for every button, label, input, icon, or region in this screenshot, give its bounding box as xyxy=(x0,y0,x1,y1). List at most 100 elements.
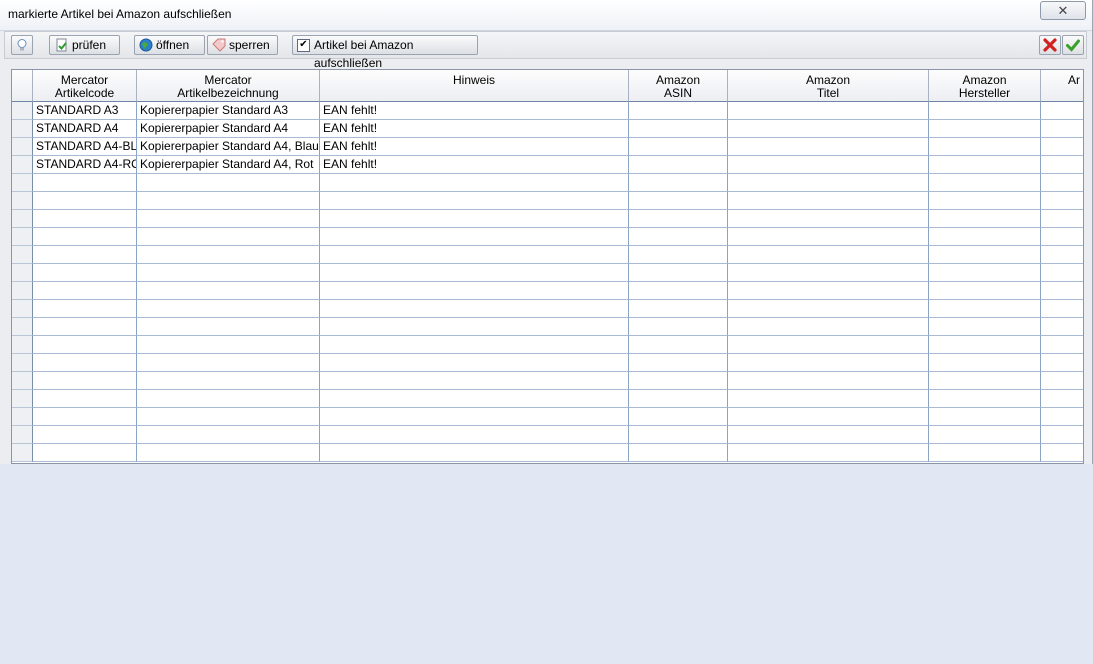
accept-button[interactable] xyxy=(1062,35,1084,55)
grid-cell-hint[interactable] xyxy=(320,264,629,282)
grid-cell-asin[interactable] xyxy=(629,138,728,156)
grid-cell-asin[interactable] xyxy=(629,210,728,228)
grid-cell-code[interactable]: STANDARD A3 xyxy=(33,102,137,120)
grid-cell-name[interactable] xyxy=(137,354,320,372)
grid-cell-code[interactable] xyxy=(33,318,137,336)
grid-cell-maker[interactable] xyxy=(929,390,1041,408)
row-selector[interactable] xyxy=(12,174,33,192)
grid-cell-asin[interactable] xyxy=(629,156,728,174)
grid-cell-maker[interactable] xyxy=(929,300,1041,318)
grid-cell-maker[interactable] xyxy=(929,156,1041,174)
grid-cell-hint[interactable] xyxy=(320,408,629,426)
open-button[interactable]: öffnen xyxy=(134,35,205,55)
grid-cell-hint[interactable] xyxy=(320,372,629,390)
grid-cell-title[interactable] xyxy=(728,192,929,210)
grid-cell-name[interactable]: Kopiererpapier Standard A4 xyxy=(137,120,320,138)
row-selector[interactable] xyxy=(12,300,33,318)
row-selector[interactable] xyxy=(12,408,33,426)
grid-cell-name[interactable] xyxy=(137,264,320,282)
row-selector[interactable] xyxy=(12,228,33,246)
grid-cell-maker[interactable] xyxy=(929,336,1041,354)
grid-cell-maker[interactable] xyxy=(929,192,1041,210)
grid-cell-title[interactable] xyxy=(728,354,929,372)
grid-cell-title[interactable] xyxy=(728,426,929,444)
grid-cell-title[interactable] xyxy=(728,174,929,192)
grid-cell-hint[interactable] xyxy=(320,192,629,210)
row-selector[interactable] xyxy=(12,246,33,264)
grid-cell-hint[interactable]: EAN fehlt! xyxy=(320,120,629,138)
row-selector[interactable] xyxy=(12,282,33,300)
grid-cell-hint[interactable] xyxy=(320,444,629,462)
grid-cell-code[interactable] xyxy=(33,174,137,192)
grid-cell-code[interactable] xyxy=(33,408,137,426)
grid-cell-name[interactable] xyxy=(137,336,320,354)
grid-cell-hint[interactable]: EAN fehlt! xyxy=(320,156,629,174)
grid-cell-title[interactable] xyxy=(728,444,929,462)
grid-cell-code[interactable] xyxy=(33,372,137,390)
grid-cell-code[interactable] xyxy=(33,444,137,462)
grid-cell-maker[interactable] xyxy=(929,408,1041,426)
grid-cell-code[interactable] xyxy=(33,264,137,282)
grid-cell-hint[interactable] xyxy=(320,300,629,318)
grid-cell-hint[interactable] xyxy=(320,318,629,336)
grid-cell-name[interactable]: Kopiererpapier Standard A4, Rot xyxy=(137,156,320,174)
grid-cell-hint[interactable]: EAN fehlt! xyxy=(320,102,629,120)
grid-cell-more[interactable] xyxy=(1041,354,1083,372)
row-selector[interactable] xyxy=(12,264,33,282)
grid-cell-asin[interactable] xyxy=(629,318,728,336)
grid-cell-hint[interactable] xyxy=(320,174,629,192)
row-selector[interactable] xyxy=(12,192,33,210)
grid-cell-maker[interactable] xyxy=(929,210,1041,228)
grid-cell-hint[interactable] xyxy=(320,336,629,354)
grid-cell-hint[interactable]: EAN fehlt! xyxy=(320,138,629,156)
grid-cell-name[interactable] xyxy=(137,300,320,318)
grid-cell-code[interactable] xyxy=(33,192,137,210)
grid-cell-asin[interactable] xyxy=(629,354,728,372)
lock-button[interactable]: sperren xyxy=(207,35,278,55)
grid-cell-more[interactable] xyxy=(1041,138,1083,156)
grid-cell-asin[interactable] xyxy=(629,426,728,444)
grid-cell-code[interactable] xyxy=(33,282,137,300)
tips-button[interactable] xyxy=(11,35,33,55)
column-header-hint[interactable]: Hinweis xyxy=(320,70,629,102)
grid-cell-code[interactable] xyxy=(33,228,137,246)
row-selector[interactable] xyxy=(12,390,33,408)
grid-cell-more[interactable] xyxy=(1041,372,1083,390)
grid-cell-name[interactable]: Kopiererpapier Standard A4, Blau xyxy=(137,138,320,156)
grid-cell-title[interactable] xyxy=(728,282,929,300)
grid-cell-maker[interactable] xyxy=(929,318,1041,336)
grid-cell-hint[interactable] xyxy=(320,426,629,444)
grid-cell-code[interactable] xyxy=(33,390,137,408)
grid-cell-hint[interactable] xyxy=(320,282,629,300)
grid-cell-name[interactable] xyxy=(137,318,320,336)
row-selector[interactable] xyxy=(12,138,33,156)
grid-cell-name[interactable] xyxy=(137,390,320,408)
grid-cell-title[interactable] xyxy=(728,336,929,354)
grid-cell-asin[interactable] xyxy=(629,444,728,462)
column-header-name[interactable]: Mercator Artikelbezeichnung xyxy=(137,70,320,102)
grid-cell-title[interactable] xyxy=(728,156,929,174)
grid-cell-asin[interactable] xyxy=(629,228,728,246)
close-button[interactable]: ✕ xyxy=(1040,1,1086,20)
grid-cell-code[interactable] xyxy=(33,354,137,372)
grid-cell-maker[interactable] xyxy=(929,174,1041,192)
grid-cell-name[interactable] xyxy=(137,372,320,390)
grid-cell-name[interactable] xyxy=(137,282,320,300)
cancel-button[interactable] xyxy=(1039,35,1061,55)
grid-cell-title[interactable] xyxy=(728,318,929,336)
grid-cell-title[interactable] xyxy=(728,138,929,156)
grid-cell-more[interactable] xyxy=(1041,102,1083,120)
grid-cell-code[interactable] xyxy=(33,210,137,228)
grid-cell-more[interactable] xyxy=(1041,426,1083,444)
grid-cell-name[interactable]: Kopiererpapier Standard A3 xyxy=(137,102,320,120)
grid-cell-maker[interactable] xyxy=(929,264,1041,282)
grid-cell-asin[interactable] xyxy=(629,174,728,192)
grid-cell-asin[interactable] xyxy=(629,120,728,138)
grid-cell-maker[interactable] xyxy=(929,354,1041,372)
grid-cell-asin[interactable] xyxy=(629,282,728,300)
grid-cell-code[interactable] xyxy=(33,300,137,318)
grid-cell-title[interactable] xyxy=(728,228,929,246)
row-selector[interactable] xyxy=(12,354,33,372)
grid-cell-asin[interactable] xyxy=(629,264,728,282)
row-selector[interactable] xyxy=(12,372,33,390)
